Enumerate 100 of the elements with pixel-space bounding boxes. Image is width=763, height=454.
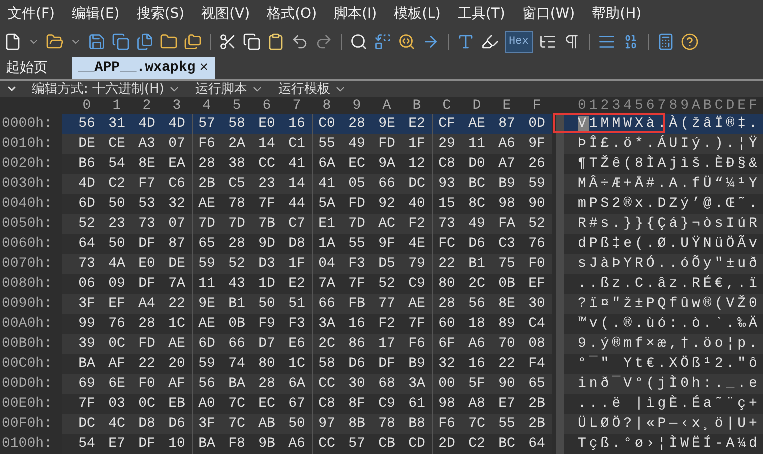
replace-icon[interactable] xyxy=(374,33,392,52)
ascii-row[interactable]: inð¯V°(jÌ0h:._.e xyxy=(556,374,763,394)
ascii-header: 0123456789ABCDEF xyxy=(577,98,760,114)
ascii-text: dPß‡e(.Ø.UŸNüÖÃv xyxy=(578,236,760,252)
hex-row[interactable]: 73 4A E0 DE 59 52 D3 1F 04 F3 D5 79 22 B1 75 F0 xyxy=(62,254,552,274)
menu-item[interactable]: 搜索(S) xyxy=(136,5,185,24)
menu-item[interactable]: 视图(V) xyxy=(202,5,250,24)
hex-byte: FD xyxy=(378,136,396,152)
help-icon[interactable] xyxy=(680,33,699,52)
paste-icon[interactable] xyxy=(267,33,285,52)
hex-byte: 5A xyxy=(318,196,336,212)
hex-row[interactable]: 3F EF A4 22 9E B1 50 51 66 FB 77 AE 28 56 8E 30 xyxy=(62,294,552,314)
hex-byte: DC xyxy=(78,416,96,432)
hex-byte: 15 xyxy=(438,196,456,212)
dropdown[interactable]: 运行脚本 xyxy=(195,80,264,98)
save-icon[interactable] xyxy=(88,33,106,52)
hex-byte: 12 xyxy=(408,156,426,172)
hex-row[interactable]: 4D C2 F7 C6 2B C5 23 14 41 05 66 DC 93 BC B9 59 xyxy=(62,174,552,194)
hex-byte: 28 xyxy=(138,316,156,332)
menu-item[interactable]: 帮助(H) xyxy=(592,5,642,24)
save-as-icon[interactable] xyxy=(112,33,130,52)
row-address: 0050h: xyxy=(1,216,54,232)
ascii-row[interactable]: R#s.}}{Çá}¬òsIúR xyxy=(556,214,763,234)
hex-byte: 66 xyxy=(228,336,246,352)
hex-byte: 89 xyxy=(498,316,516,332)
menu-item[interactable]: 脚本(I) xyxy=(334,5,378,24)
dropdown[interactable]: 编辑方式: 十六进制(H) xyxy=(32,80,182,98)
find-in-files-icon[interactable] xyxy=(398,33,416,52)
hex-byte: D8 xyxy=(138,416,156,432)
hex-row[interactable]: 52 23 73 07 7D 7D 7B C7 E1 7D AC F2 73 49 FA 52 xyxy=(62,214,552,234)
menu-item[interactable]: 格式(O) xyxy=(267,5,318,24)
ascii-row[interactable]: MÂ÷Æ+Å#.A.fÜ“¼¹Y xyxy=(556,174,763,194)
cut-icon[interactable] xyxy=(219,33,237,52)
tab[interactable]: __APP__.wxapkg × xyxy=(72,57,215,79)
hex-byte: B6 xyxy=(78,156,96,172)
hex-byte: 73 xyxy=(78,256,96,272)
search-icon[interactable] xyxy=(350,33,368,52)
hex-byte: 0C xyxy=(108,336,126,352)
redo-icon[interactable] xyxy=(315,33,333,52)
hex-byte: 50 xyxy=(108,196,126,212)
row-address: 00C0h: xyxy=(1,356,54,372)
calculator-icon[interactable] xyxy=(656,33,675,52)
hex-byte: 99 xyxy=(78,316,96,332)
hex-byte: 7A xyxy=(168,276,186,292)
menu-item[interactable]: 模板(L) xyxy=(394,5,441,24)
hex-byte: 97 xyxy=(318,416,336,432)
menu-item[interactable]: 工具(T) xyxy=(458,5,506,24)
ascii-row[interactable]: ?ï¤"ž±PQfûw®(VŽ0 xyxy=(556,294,763,314)
hex-byte: 14 xyxy=(258,136,276,152)
hex-byte: C9 xyxy=(408,276,426,292)
dropdown[interactable]: 运行模板 xyxy=(278,80,348,98)
hex-byte: 58 xyxy=(228,116,246,132)
highlighter-icon[interactable] xyxy=(481,33,499,52)
open-folder-icon[interactable] xyxy=(46,33,64,52)
hex-byte: 76 xyxy=(528,236,546,252)
hex-byte: 86 xyxy=(348,336,366,352)
hex-byte: DC xyxy=(408,176,426,192)
hex-byte: 1F xyxy=(408,136,426,152)
hex-row[interactable]: DC 4C D8 D6 3F 7C AB 50 97 8B 78 B8 F6 7C 55 2B xyxy=(62,414,552,434)
hex-byte: 2A xyxy=(228,136,246,152)
hex-row[interactable]: 69 6E F0 AF 56 BA 28 6A CC 30 68 3A 00 5F 90 65 xyxy=(62,374,552,394)
menu-item[interactable]: 窗口(W) xyxy=(522,5,576,24)
hex-byte: 2C xyxy=(318,336,336,352)
hex-row[interactable]: DE CE A3 07 F6 2A 14 C1 55 49 FD 1F 29 11 A6 9F xyxy=(62,134,552,154)
menu-item[interactable]: 编辑(E) xyxy=(72,5,120,24)
ascii-row[interactable]: sJàÞYRÓ..óÕy"±uð xyxy=(556,254,763,274)
new-file-icon[interactable] xyxy=(4,33,22,52)
hex-byte: 04 xyxy=(318,256,336,272)
hex-byte: AF xyxy=(108,356,126,372)
hex-byte: C2 xyxy=(468,436,486,452)
hex-row[interactable]: 39 0C FD AE 6D 66 D7 E6 2C 86 17 F6 6F A6 70 08 xyxy=(62,334,552,354)
column-header: 9 xyxy=(352,98,362,114)
menu-item[interactable]: 文件(F) xyxy=(8,5,55,24)
tab[interactable]: 起始页 xyxy=(0,57,54,79)
hex-byte: 9B xyxy=(258,436,276,452)
hex-byte: 22 xyxy=(168,296,186,312)
hex-byte: 68 xyxy=(378,376,396,392)
close-icon[interactable]: × xyxy=(200,60,209,76)
hex-byte: A3 xyxy=(138,136,156,152)
hex-byte: 0B xyxy=(498,276,516,292)
ascii-row[interactable]: ÞÎ£.ö*.ÁUIý.).¦Ÿ xyxy=(556,134,763,154)
folder-icon[interactable] xyxy=(160,33,178,52)
hex-byte: CD xyxy=(408,436,426,452)
save-all-icon[interactable] xyxy=(136,33,154,52)
hex-row[interactable]: 56 31 4D 4D 57 58 E0 16 C0 28 9E E2 CF AE 87 0D xyxy=(62,114,552,134)
hex-byte: DF xyxy=(138,276,156,292)
hex-byte: 10 xyxy=(168,436,186,452)
column-header: 6 xyxy=(262,98,272,114)
hex-byte: 4C xyxy=(108,416,126,432)
hex-button[interactable]: Hex xyxy=(505,31,533,54)
ascii-row[interactable]: 9.ý®mf×æ,†.öo¦p. xyxy=(556,334,763,354)
ascii-row[interactable]: ÜLØÖ?|«P—‹x¸ö|U+ xyxy=(556,414,763,434)
copy-icon[interactable] xyxy=(243,33,261,52)
font-icon[interactable] xyxy=(457,33,475,52)
hex-byte: F4 xyxy=(528,356,546,372)
hex-byte: 3A xyxy=(318,316,336,332)
folders-icon[interactable] xyxy=(184,33,202,52)
row-address: 0010h: xyxy=(1,136,54,152)
row-address: 00F0h: xyxy=(1,416,54,432)
undo-icon[interactable] xyxy=(291,33,309,52)
